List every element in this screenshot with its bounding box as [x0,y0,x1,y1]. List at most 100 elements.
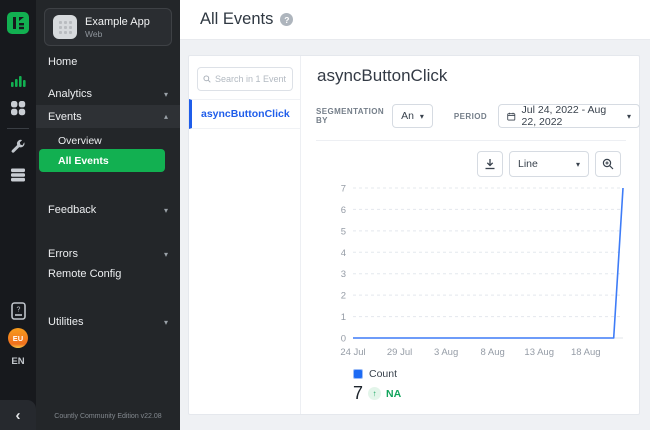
nav-label: Remote Config [48,268,121,280]
svg-text:1: 1 [341,312,346,323]
nav-label: Events [48,111,82,123]
event-list-item-selected[interactable]: asyncButtonClick [189,99,300,129]
countly-logo-icon [7,12,29,34]
segmentation-value: An [401,110,414,122]
chart-legend: Count 7 ↑ NA [353,368,401,404]
period-dropdown[interactable]: Jul 24, 2022 - Aug 22, 2022 ▾ [498,104,640,128]
management-wrench-icon[interactable] [0,137,36,157]
chart-toolbar: Line ▾ [477,151,621,177]
icon-rail: ? EU EN ‹ [0,0,36,430]
download-icon [484,158,496,170]
caret-down-icon: ▾ [164,90,168,99]
grid-icon [10,100,26,116]
caret-down-icon: ▾ [627,112,631,121]
nav-label: Utilities [48,316,83,328]
legend-count-swatch[interactable] [353,369,363,379]
sidebar-item-utilities[interactable]: Utilities ▾ [36,312,180,332]
chart-zoom-button[interactable] [595,151,621,177]
chart-type-dropdown[interactable]: Line ▾ [509,151,589,177]
calendar-icon [507,111,516,122]
sidebar-item-all-events[interactable]: All Events [39,149,165,172]
help-center-icon[interactable]: ? [0,300,36,322]
app-name: Example App [85,16,150,29]
download-chart-button[interactable] [477,151,503,177]
server-stack-icon [10,167,26,183]
svg-text:3 Aug: 3 Aug [434,347,458,358]
wrench-icon [10,139,26,155]
legend-count-label: Count [369,368,397,380]
svg-text:2: 2 [341,291,346,302]
page-title: All Events [200,10,273,29]
nav-label: Overview [58,135,102,147]
events-line-chart: 0123456724 Jul29 Jul3 Aug8 Aug13 Aug18 A… [331,183,631,363]
period-label: PERIOD [454,112,487,121]
svg-text:3: 3 [341,269,346,280]
nav-label: Errors [48,248,78,260]
nav-label: Analytics [48,88,92,100]
nav-label: Home [48,56,77,68]
controls-row: SEGMENTATION BY An ▾ PERIOD Jul 24, 2022… [316,104,640,128]
svg-text:24 Jul: 24 Jul [340,347,365,358]
count-change: NA [386,388,401,400]
svg-text:0: 0 [341,334,346,345]
help-tooltip-icon[interactable]: ? [280,13,293,26]
main-content: All Events ? asyncButtonClick asyncButto… [180,0,650,430]
language-selector[interactable]: EN [0,356,36,367]
svg-text:6: 6 [341,205,346,216]
nav-label: Feedback [48,204,96,216]
sidebar-item-events[interactable]: Events ▴ [36,105,180,128]
events-card: asyncButtonClick asyncButtonClick SEGMEN… [188,55,640,415]
rail-divider [7,128,29,129]
svg-text:8 Aug: 8 Aug [480,347,504,358]
chevron-left-icon: ‹ [16,407,21,424]
segmentation-label: SEGMENTATION BY [316,107,384,125]
analytics-bars-icon[interactable] [0,70,36,90]
countly-logo[interactable] [0,12,36,34]
search-icon [203,74,211,84]
event-search-input[interactable] [215,74,287,84]
page-header: All Events ? [180,0,650,40]
user-avatar[interactable]: EU [8,328,28,348]
svg-text:5: 5 [341,226,346,237]
nav-label: All Events [58,155,109,167]
svg-text:18 Aug: 18 Aug [571,347,601,358]
count-total: 7 [353,383,363,404]
event-detail-panel: asyncButtonClick SEGMENTATION BY An ▾ PE… [301,56,640,414]
chart-type-value: Line [518,158,538,170]
caret-down-icon: ▾ [420,112,424,121]
caret-down-icon: ▾ [576,160,580,169]
event-search [197,67,293,91]
version-footer: Countly Community Edition v22.08 [36,413,180,420]
caret-down-icon: ▾ [164,206,168,215]
sidebar-item-remote-config[interactable]: Remote Config [36,264,180,284]
sidebar: Example App Web Home Analytics ▾ Events … [36,0,180,430]
bar-chart-icon [10,72,26,88]
guide-question-icon: ? [11,302,26,320]
section-divider [316,140,626,141]
svg-text:4: 4 [341,248,346,259]
caret-down-icon: ▾ [164,318,168,327]
svg-text:13 Aug: 13 Aug [524,347,554,358]
event-name: asyncButtonClick [201,108,290,120]
data-manager-icon[interactable] [0,165,36,185]
trend-up-icon: ↑ [368,387,381,400]
caret-up-icon: ▴ [164,112,168,121]
events-list-panel: asyncButtonClick [189,56,301,414]
sidebar-item-feedback[interactable]: Feedback ▾ [36,200,180,220]
period-value: Jul 24, 2022 - Aug 22, 2022 [522,104,621,128]
sidebar-item-events-overview[interactable]: Overview [36,131,180,151]
apps-grid-icon[interactable] [0,98,36,118]
svg-text:29 Jul: 29 Jul [387,347,412,358]
event-detail-title: asyncButtonClick [317,66,447,86]
app-platform: Web [85,29,150,39]
sidebar-item-home[interactable]: Home [36,52,180,72]
app-switcher[interactable]: Example App Web [44,8,172,46]
svg-text:?: ? [16,307,20,314]
sidebar-collapse-button[interactable]: ‹ [0,400,36,430]
app-icon [53,15,77,39]
sidebar-item-analytics[interactable]: Analytics ▾ [36,84,180,104]
segmentation-dropdown[interactable]: An ▾ [392,104,433,128]
caret-down-icon: ▾ [164,250,168,259]
zoom-in-icon [602,158,614,170]
sidebar-item-errors[interactable]: Errors ▾ [36,244,180,264]
